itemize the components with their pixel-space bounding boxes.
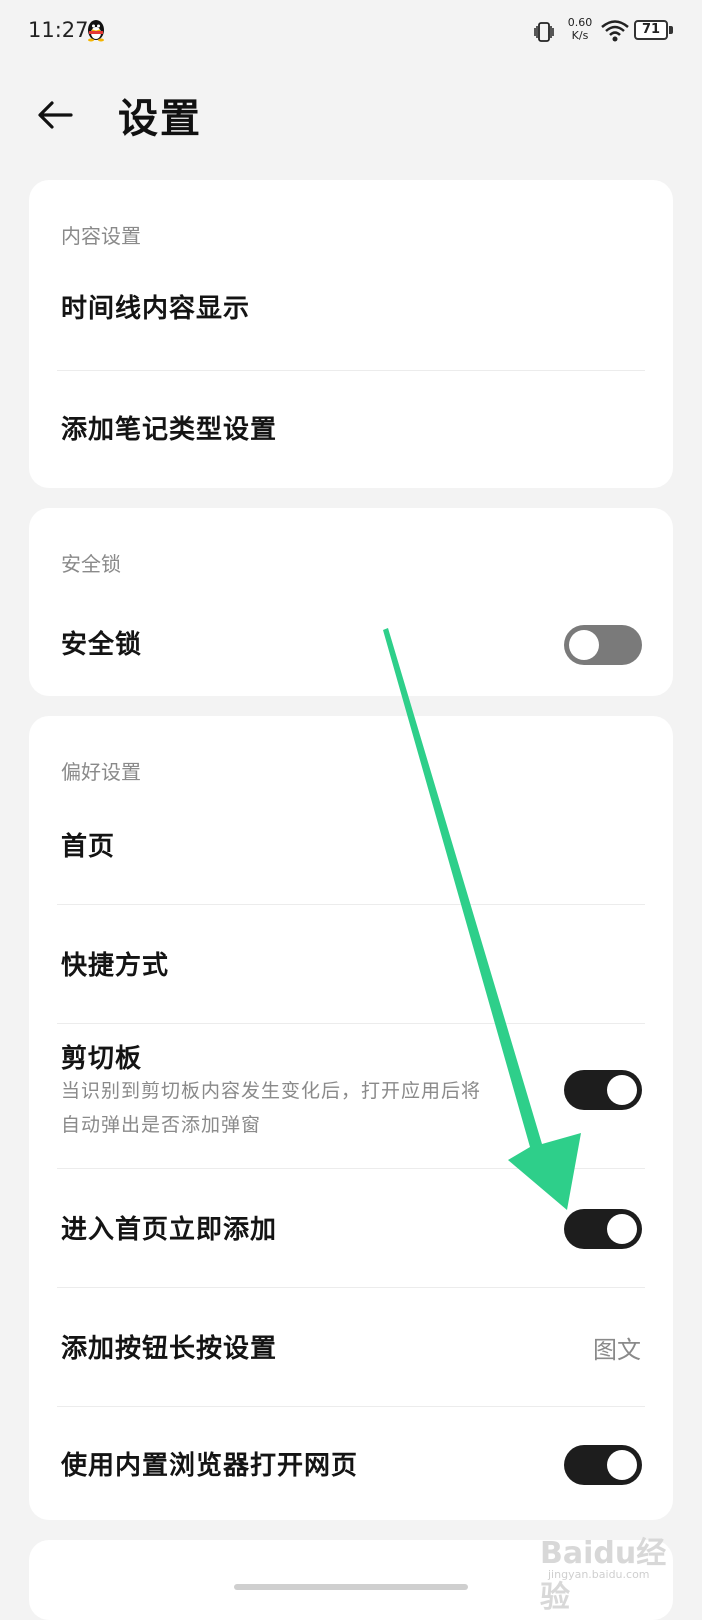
add-on-enter-toggle[interactable] <box>564 1209 642 1249</box>
setting-label: 剪切板 <box>61 1044 143 1074</box>
toggle-knob <box>569 630 599 660</box>
network-speed-unit: K/s <box>571 29 589 42</box>
setting-row-add-button-longpress[interactable]: 添加按钮长按设置 图文 <box>29 1288 673 1406</box>
arrow-left-icon <box>38 101 73 129</box>
content-settings-card: 内容设置 时间线内容显示 添加笔记类型设置 <box>29 180 673 488</box>
setting-row-home[interactable]: 首页 <box>29 786 673 904</box>
battery-icon: 71 <box>634 20 674 42</box>
setting-label: 时间线内容显示 <box>61 294 251 324</box>
battery-level: 71 <box>641 22 661 37</box>
preferences-card: 偏好设置 首页 快捷方式 剪切板 当识别到剪切板内容发生变化后，打开应用后将自动… <box>29 716 673 1520</box>
network-speed: 0.60 K/s <box>562 16 598 42</box>
setting-row-security-lock[interactable]: 安全锁 <box>29 584 673 696</box>
watermark-subtext: jingyan.baidu.com <box>548 1568 650 1581</box>
network-speed-value: 0.60 <box>567 16 593 29</box>
page-title: 设置 <box>118 96 202 142</box>
clipboard-toggle[interactable] <box>564 1070 642 1110</box>
vibrate-icon <box>534 22 554 42</box>
setting-description: 当识别到剪切板内容发生变化后，打开应用后将自动弹出是否添加弹窗 <box>61 1080 482 1136</box>
setting-row-add-on-enter[interactable]: 进入首页立即添加 <box>29 1169 673 1287</box>
battery-tip <box>669 26 673 34</box>
status-time: 11:27 <box>28 18 89 42</box>
setting-label: 快捷方式 <box>61 951 170 981</box>
toggle-knob <box>607 1450 637 1480</box>
setting-label: 安全锁 <box>61 630 143 660</box>
setting-label: 使用内置浏览器打开网页 <box>61 1451 359 1481</box>
section-label-security: 安全锁 <box>61 552 121 576</box>
back-button[interactable] <box>30 90 80 140</box>
wifi-icon <box>601 20 629 42</box>
section-label-preferences: 偏好设置 <box>61 760 141 784</box>
setting-row-timeline-display[interactable]: 时间线内容显示 <box>29 248 673 364</box>
toggle-knob <box>607 1075 637 1105</box>
builtin-browser-toggle[interactable] <box>564 1445 642 1485</box>
section-label-content: 内容设置 <box>61 224 141 248</box>
setting-row-builtin-browser[interactable]: 使用内置浏览器打开网页 <box>29 1407 673 1520</box>
security-lock-card: 安全锁 安全锁 <box>29 508 673 696</box>
setting-row-shortcut[interactable]: 快捷方式 <box>29 905 673 1023</box>
setting-label: 首页 <box>61 832 116 862</box>
home-indicator[interactable] <box>234 1584 468 1590</box>
setting-row-clipboard[interactable]: 剪切板 当识别到剪切板内容发生变化后，打开应用后将自动弹出是否添加弹窗 <box>29 1024 673 1168</box>
security-lock-toggle[interactable] <box>564 625 642 665</box>
baidu-watermark: Baidu经验 jingyan.baidu.com <box>540 1528 690 1615</box>
setting-label: 添加笔记类型设置 <box>61 415 278 445</box>
setting-value: 图文 <box>593 1336 641 1364</box>
qq-penguin-icon <box>88 20 104 42</box>
toggle-knob <box>607 1214 637 1244</box>
setting-label: 进入首页立即添加 <box>61 1215 278 1245</box>
status-bar: 11:27 0.60 K/s 71 <box>0 0 702 64</box>
setting-row-note-type[interactable]: 添加笔记类型设置 <box>29 371 673 488</box>
setting-label: 添加按钮长按设置 <box>61 1334 278 1364</box>
